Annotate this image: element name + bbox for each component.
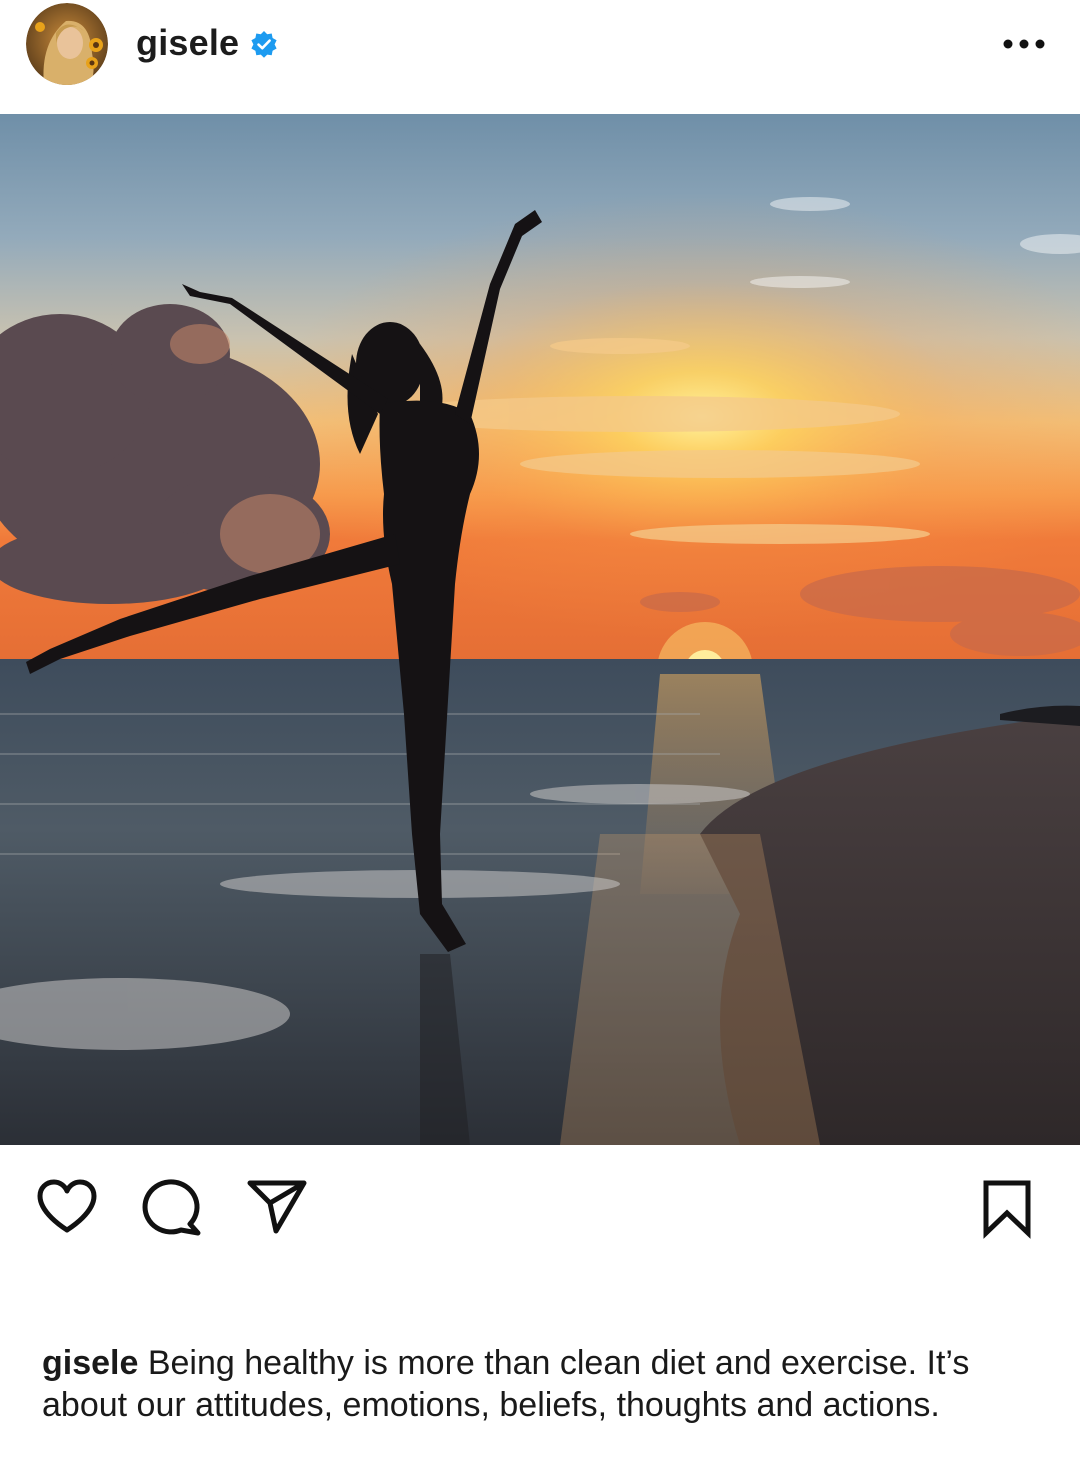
avatar[interactable] xyxy=(26,3,108,85)
post-username[interactable]: gisele xyxy=(136,22,239,64)
comment-button[interactable] xyxy=(140,1177,206,1237)
paper-plane-icon xyxy=(247,1180,307,1234)
post-action-bar xyxy=(0,1145,1080,1275)
comment-icon xyxy=(142,1179,201,1236)
share-button[interactable] xyxy=(244,1177,310,1237)
instagram-post: gisele gisele Being healthy is more than… xyxy=(0,0,1080,1464)
caption-username[interactable]: gisele xyxy=(42,1344,138,1382)
more-options-icon xyxy=(1003,39,1045,49)
caption-text: Being healthy is more than clean diet an… xyxy=(42,1344,970,1424)
post-photo[interactable] xyxy=(0,114,1080,1145)
bookmark-icon xyxy=(983,1180,1031,1239)
heart-icon xyxy=(37,1179,97,1233)
verified-badge-icon xyxy=(249,30,279,60)
like-button[interactable] xyxy=(34,1177,100,1237)
post-header: gisele xyxy=(0,0,1080,114)
more-options-button[interactable] xyxy=(992,24,1056,64)
save-button[interactable] xyxy=(976,1177,1038,1239)
post-caption: gisele Being healthy is more than clean … xyxy=(42,1342,1052,1426)
